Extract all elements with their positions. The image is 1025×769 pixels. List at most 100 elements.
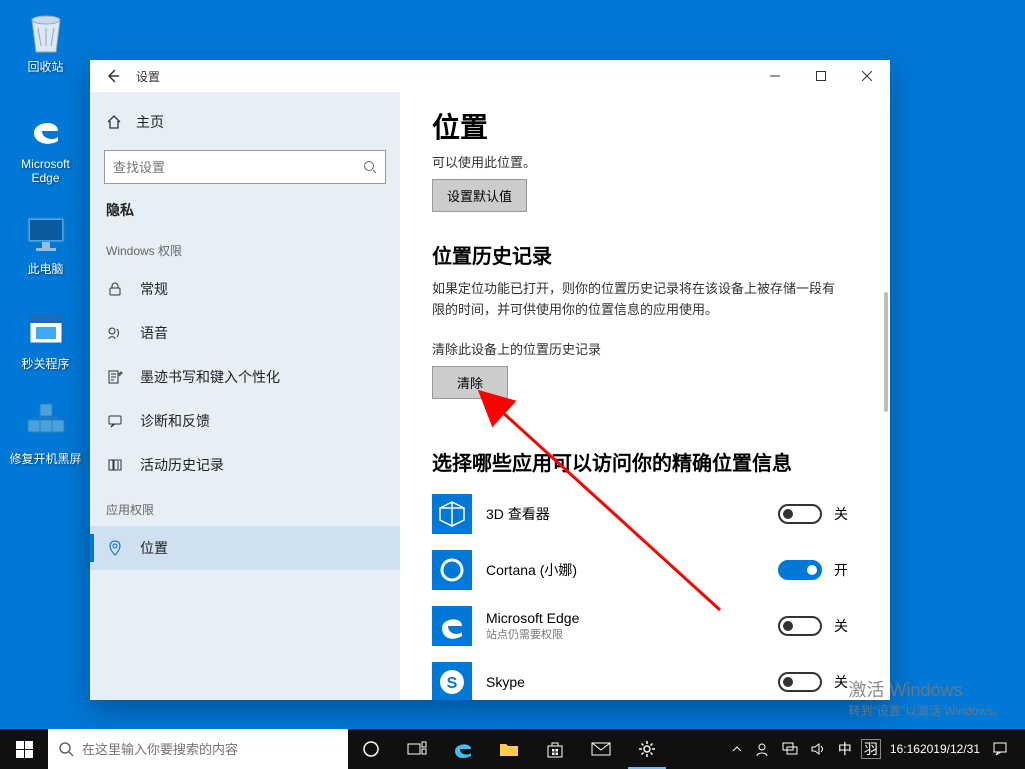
- app-row-skype: S Skype 关: [432, 654, 858, 700]
- app-name: Microsoft Edge: [486, 610, 764, 626]
- minimize-button[interactable]: [752, 60, 798, 92]
- nav-speech[interactable]: 语音: [90, 311, 400, 355]
- toggle-edge[interactable]: [778, 616, 822, 636]
- tray-clock[interactable]: 16:16 2019/12/31: [885, 729, 985, 769]
- desktop-icon-app1[interactable]: 秒关程序: [8, 305, 83, 371]
- notification-icon: [992, 741, 1008, 757]
- watermark-sub: 转到"设置"以激活 Windows。: [848, 702, 1005, 719]
- desktop-icon-label: Microsoft Edge: [8, 157, 83, 186]
- edge-icon: [24, 107, 68, 151]
- taskbar: 中 羽 16:16 2019/12/31: [0, 729, 1025, 769]
- desktop-icon-label: 修复开机黑屏: [8, 452, 83, 466]
- activation-watermark: 激活 Windows 转到"设置"以激活 Windows。: [848, 676, 1005, 719]
- toggle-state: 关: [834, 616, 858, 636]
- desktop-icon-edge[interactable]: Microsoft Edge: [8, 105, 83, 186]
- close-button[interactable]: [844, 60, 890, 92]
- desktop-icon-recycle-bin[interactable]: 回收站: [8, 8, 83, 74]
- titlebar: 设置: [90, 60, 890, 92]
- mail-icon: [591, 742, 611, 756]
- tray-ime2[interactable]: 羽: [861, 739, 881, 759]
- window-title: 设置: [136, 68, 160, 85]
- network-icon: [782, 742, 798, 756]
- search-settings[interactable]: [104, 150, 386, 184]
- monitor-icon: [24, 214, 68, 254]
- window-icon: [26, 309, 66, 349]
- page-title: 位置: [432, 106, 858, 146]
- volume-icon: [810, 742, 826, 756]
- nav-location[interactable]: 位置: [90, 526, 400, 570]
- nav-label: 诊断和反馈: [140, 411, 210, 431]
- nav-label: 位置: [140, 538, 168, 558]
- taskbar-search-input[interactable]: [82, 742, 338, 757]
- feedback-icon: [106, 412, 124, 430]
- gear-icon: [637, 739, 657, 759]
- search-input[interactable]: [113, 160, 363, 175]
- home-link[interactable]: 主页: [90, 100, 400, 144]
- store-icon: [546, 740, 564, 758]
- cortana-button[interactable]: [348, 729, 394, 769]
- taskview-button[interactable]: [394, 729, 440, 769]
- app-row-3dviewer: 3D 查看器 关: [432, 486, 858, 542]
- tray-network[interactable]: [777, 729, 803, 769]
- desktop-icon-thispc[interactable]: 此电脑: [8, 210, 83, 276]
- tray-notifications[interactable]: [987, 729, 1013, 769]
- desktop-icon-label: 回收站: [8, 60, 83, 74]
- edge-app-icon: [432, 606, 472, 646]
- recycle-bin-icon: [26, 10, 66, 54]
- speech-icon: [106, 324, 124, 342]
- desktop-icon-app2[interactable]: 修复开机黑屏: [8, 400, 83, 466]
- taskview-icon: [407, 741, 427, 757]
- app-row-cortana: Cortana (小娜) 开: [432, 542, 858, 598]
- taskbar-settings[interactable]: [624, 729, 670, 769]
- taskbar-store[interactable]: [532, 729, 578, 769]
- tray-people[interactable]: [749, 729, 775, 769]
- people-icon: [754, 741, 770, 757]
- tray-ime1[interactable]: 中: [833, 729, 857, 769]
- cortana-ring-icon: [362, 740, 380, 758]
- app-row-edge: Microsoft Edge 站点仍需要权限 关: [432, 598, 858, 654]
- taskbar-explorer[interactable]: [486, 729, 532, 769]
- tray-chevron[interactable]: [727, 729, 747, 769]
- set-default-button[interactable]: 设置默认值: [432, 179, 527, 212]
- app-name: 3D 查看器: [486, 504, 764, 524]
- skype-icon: S: [432, 662, 472, 700]
- toggle-cortana[interactable]: [778, 560, 822, 580]
- sidebar: 主页 隐私 Windows 权限 常规 语音: [90, 92, 400, 700]
- scrollbar[interactable]: [884, 292, 888, 412]
- toggle-state: 开: [834, 560, 858, 580]
- svg-text:S: S: [447, 675, 458, 692]
- choose-apps-heading: 选择哪些应用可以访问你的精确位置信息: [432, 447, 858, 476]
- toggle-3dviewer[interactable]: [778, 504, 822, 524]
- taskbar-edge[interactable]: [440, 729, 486, 769]
- history-icon: [106, 456, 124, 474]
- app-name: Skype: [486, 674, 764, 690]
- settings-window: 设置 主页 隐私 Windows 权限: [90, 60, 890, 700]
- watermark-title: 激活 Windows: [848, 676, 1005, 702]
- nav-label: 活动历史记录: [140, 455, 224, 475]
- nav-diagnostics[interactable]: 诊断和反馈: [90, 399, 400, 443]
- section-privacy: 隐私: [90, 194, 400, 228]
- clear-button[interactable]: 清除: [432, 366, 508, 399]
- nav-ink[interactable]: 墨迹书写和键入个性化: [90, 355, 400, 399]
- folder-icon: [499, 741, 519, 757]
- maximize-button[interactable]: [798, 60, 844, 92]
- back-button[interactable]: [90, 60, 136, 92]
- chevron-up-icon: [732, 744, 742, 754]
- group-windows-permissions: Windows 权限: [90, 228, 400, 267]
- clock-time: 16:16: [890, 742, 920, 756]
- toggle-state: 关: [834, 504, 858, 524]
- windows-icon: [16, 741, 33, 758]
- arrow-left-icon: [105, 68, 121, 84]
- taskbar-mail[interactable]: [578, 729, 624, 769]
- nav-label: 墨迹书写和键入个性化: [140, 367, 280, 387]
- history-desc: 如果定位功能已打开，则你的位置历史记录将在该设备上被存储一段有限的时间，并可供使…: [432, 279, 842, 321]
- nav-general[interactable]: 常规: [90, 267, 400, 311]
- nav-activity-history[interactable]: 活动历史记录: [90, 443, 400, 487]
- clear-label: 清除此设备上的位置历史记录: [432, 339, 858, 358]
- start-button[interactable]: [0, 729, 48, 769]
- ink-icon: [106, 368, 124, 386]
- tray-volume[interactable]: [805, 729, 831, 769]
- desktop-icon-label: 此电脑: [8, 262, 83, 276]
- toggle-skype[interactable]: [778, 672, 822, 692]
- taskbar-search[interactable]: [48, 729, 348, 769]
